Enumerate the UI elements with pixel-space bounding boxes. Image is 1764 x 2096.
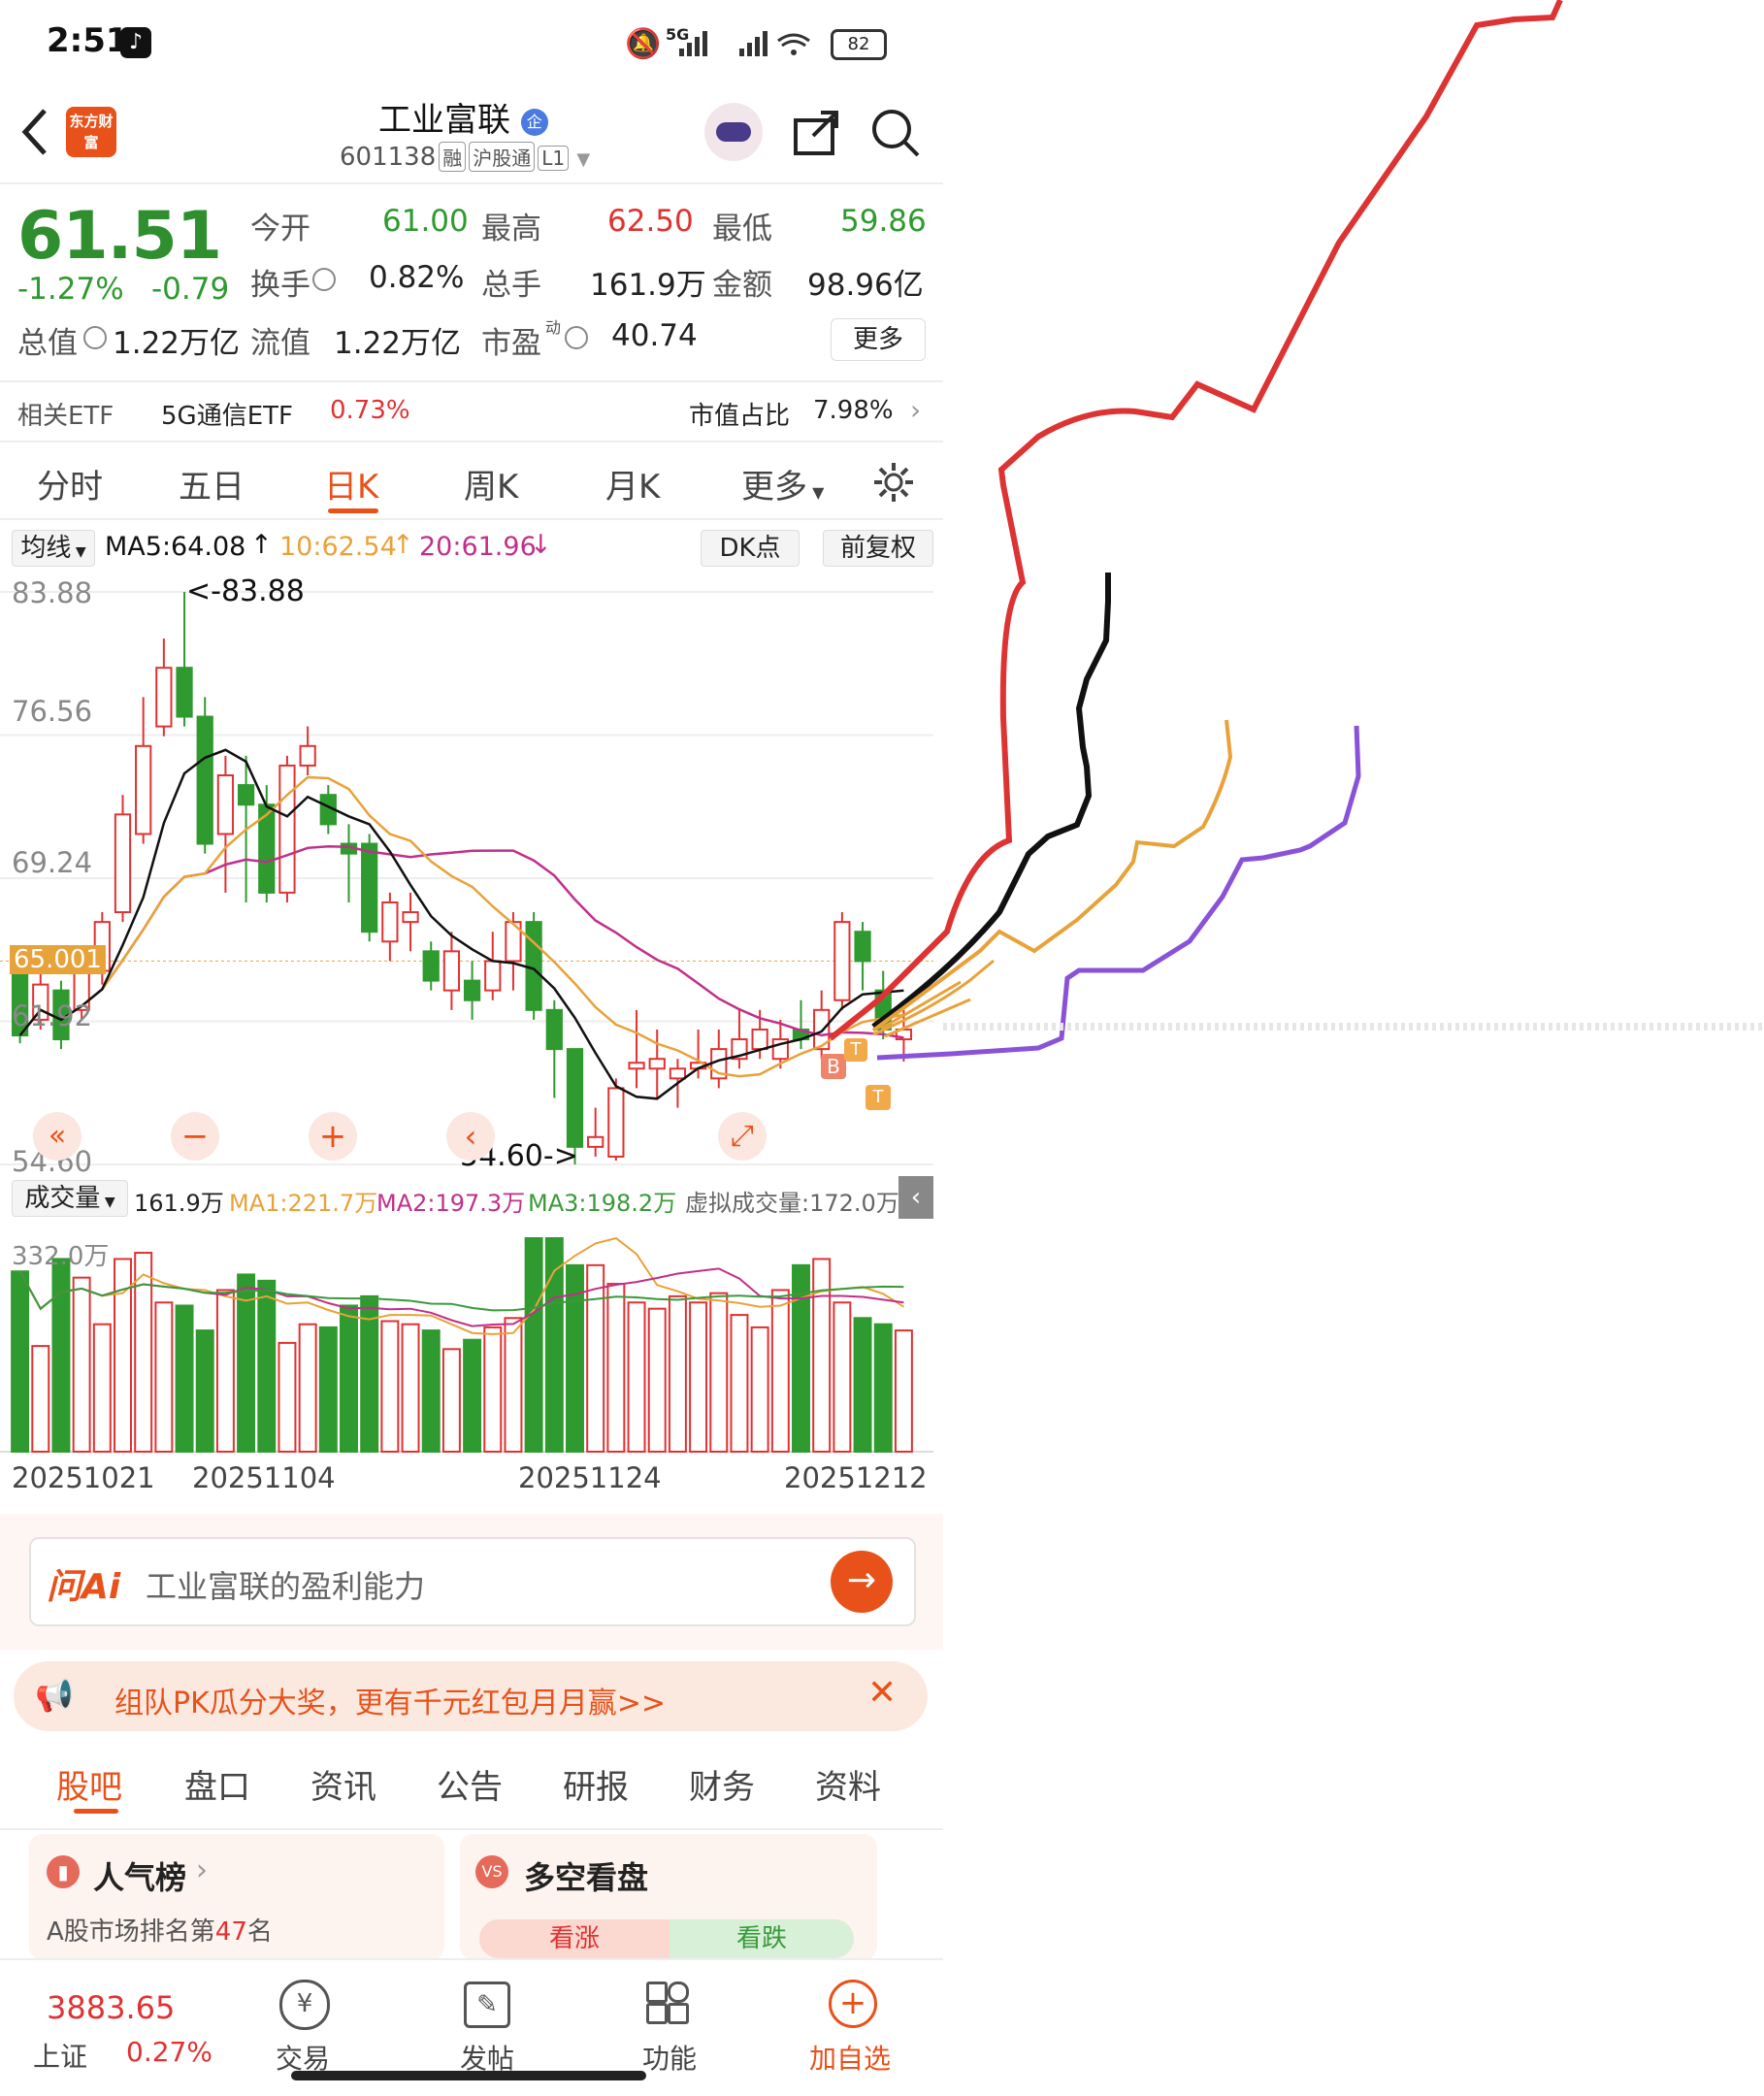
hand-drawn-annotations bbox=[829, 0, 1764, 1061]
